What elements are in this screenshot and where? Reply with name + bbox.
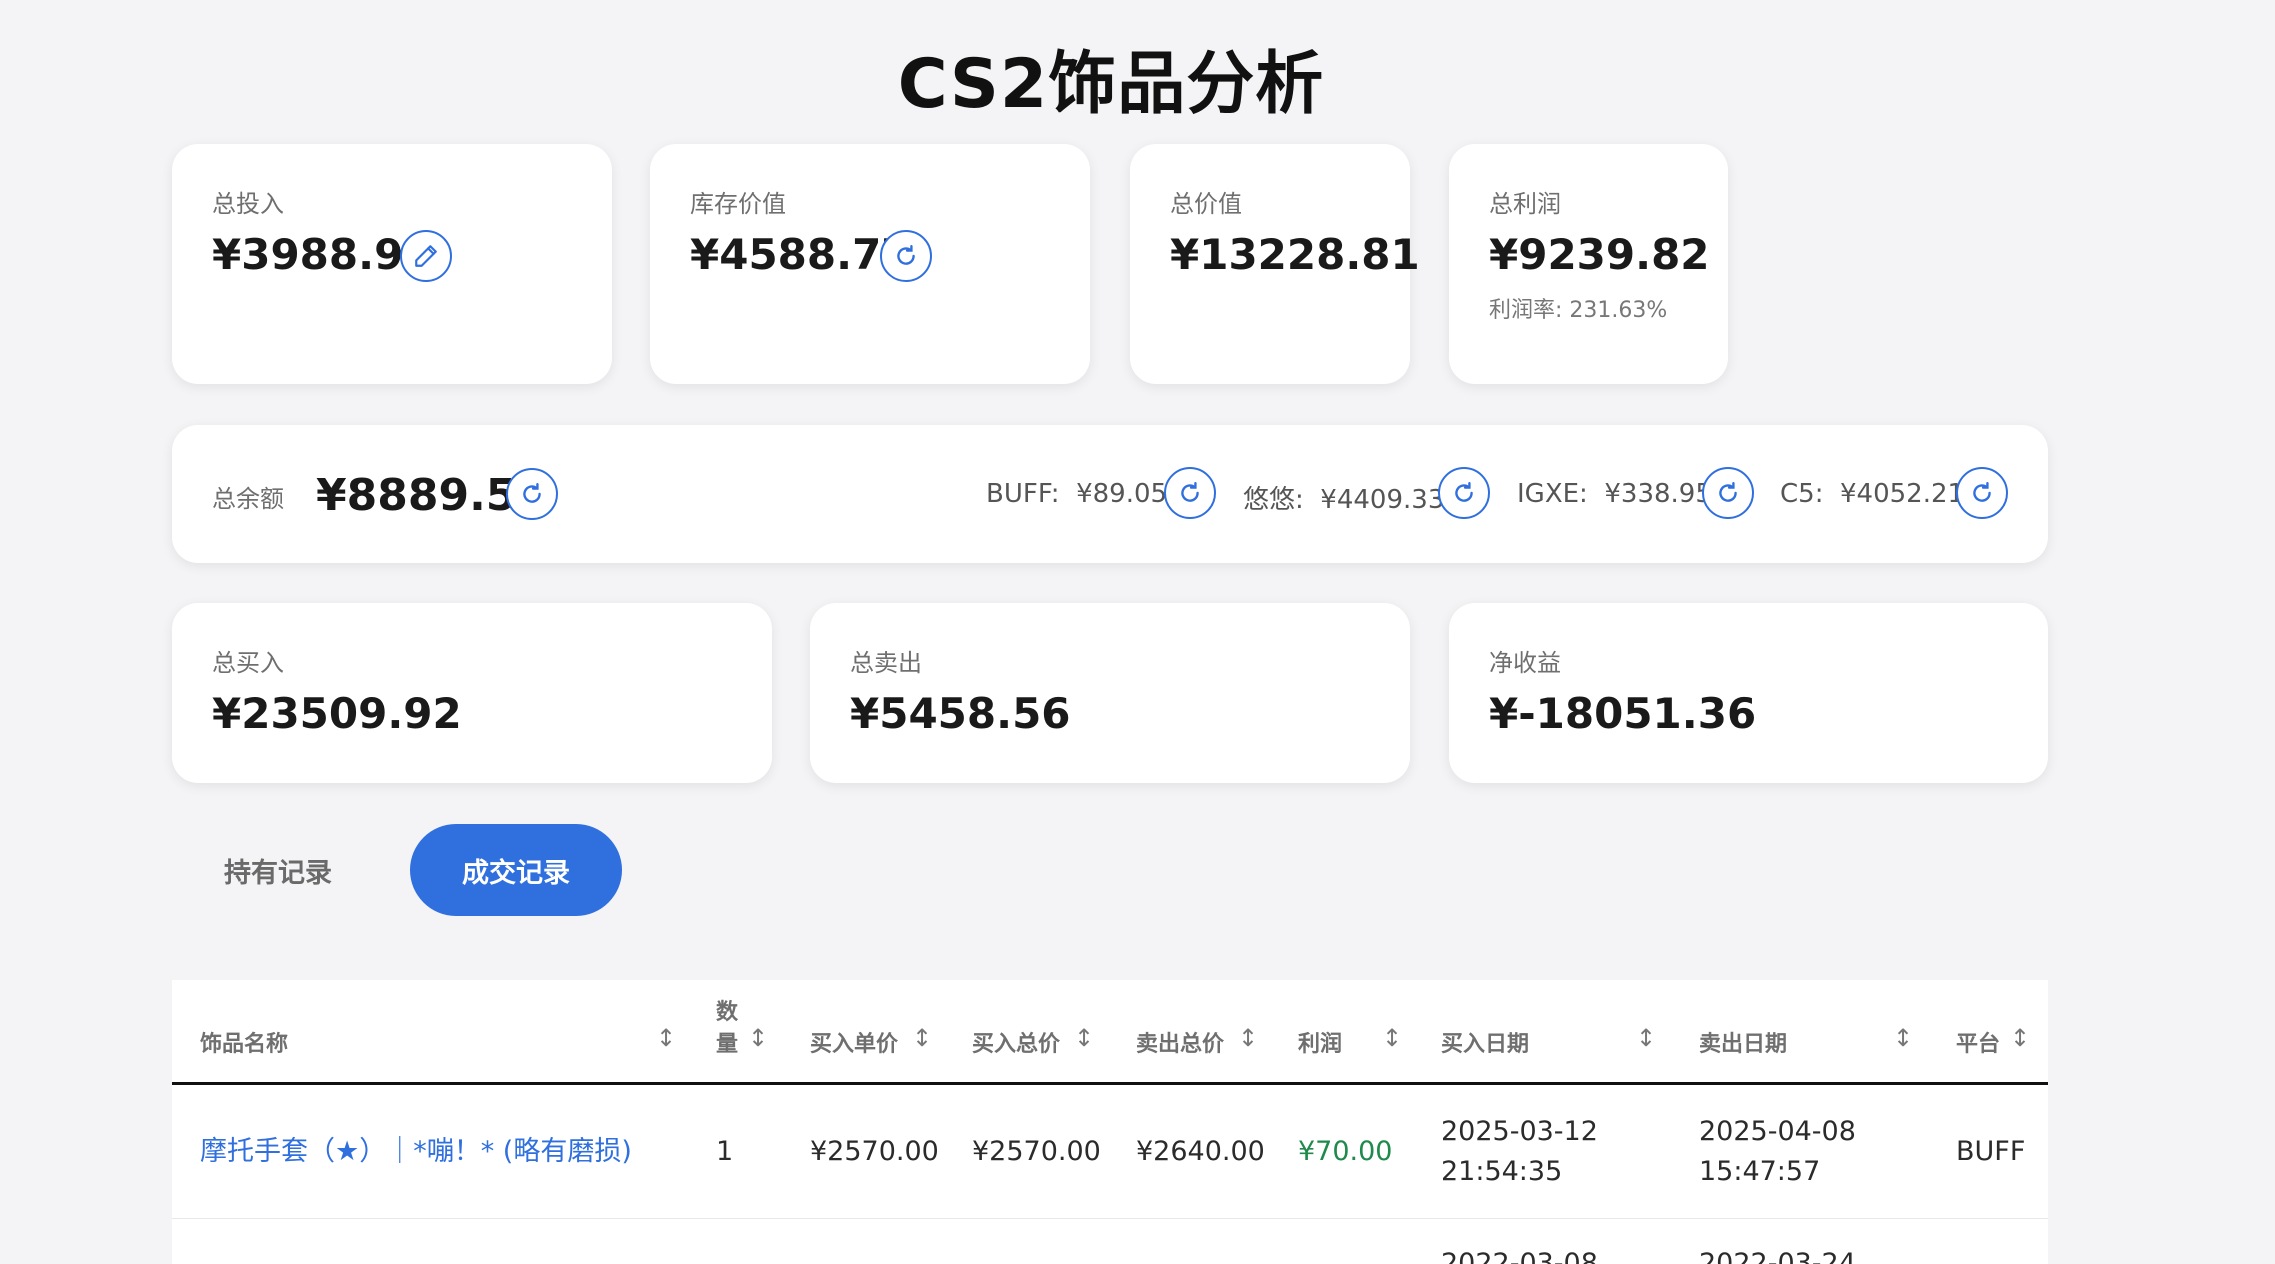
platform-igxe: IGXE: ¥338.95 (1517, 479, 1712, 509)
refresh-icon (1719, 482, 1737, 502)
header-item-name[interactable]: 饰品名称 (200, 1026, 288, 1058)
total-profit-value: ¥9239.82 (1489, 230, 1710, 279)
sort-icon[interactable]: ↕ (1382, 1024, 1402, 1052)
cell-profit: ¥70.00 (1298, 1136, 1393, 1167)
tab-holdings[interactable]: 持有记录 (180, 824, 376, 916)
platform-name: C5: (1780, 479, 1824, 509)
total-profit-card: 总利润 ¥9239.82 利润率: 231.63% (1449, 144, 1728, 384)
sort-icon[interactable]: ↕ (1636, 1024, 1656, 1052)
transactions-table: 饰品名称 ↕ 数 量 ↕ 买入单价 ↕ 买入总价 ↕ 卖出总价 ↕ 利润 ↕ 买… (172, 980, 2048, 1264)
platform-youyou: 悠悠: ¥4409.33 (1243, 479, 1444, 516)
platform-c5: C5: ¥4052.21 (1780, 479, 1964, 509)
inventory-value: ¥4588.77 (690, 230, 911, 279)
page-title: CS2饰品分析 (897, 45, 1325, 124)
cell-sell-total: ¥2640.00 (1136, 1136, 1265, 1167)
total-sell-label: 总卖出 (850, 649, 922, 677)
balance-card: 总余额 ¥8889.54 BUFF: ¥89.05 悠悠: ¥4409.33 I… (172, 425, 2048, 563)
profit-rate: 利润率: 231.63% (1489, 298, 1668, 323)
row-divider (172, 1218, 2048, 1219)
total-profit-label: 总利润 (1489, 190, 1561, 218)
header-qty-2[interactable]: 量 (716, 1026, 738, 1058)
balance-label: 总余额 (212, 485, 284, 513)
header-sell-total[interactable]: 卖出总价 (1136, 1026, 1224, 1058)
platform-name: BUFF: (986, 479, 1060, 509)
refresh-buff-button[interactable] (1164, 467, 1216, 519)
refresh-inventory-button[interactable] (880, 230, 932, 282)
sort-icon[interactable]: ↕ (912, 1024, 932, 1052)
investment-label: 总投入 (212, 190, 284, 218)
edit-investment-button[interactable] (400, 230, 452, 282)
header-qty-1[interactable]: 数 (716, 994, 738, 1026)
refresh-igxe-button[interactable] (1702, 467, 1754, 519)
platform-buff: BUFF: ¥89.05 (986, 479, 1167, 509)
refresh-icon (1455, 482, 1473, 502)
cell-sell-time: 15:47:57 (1699, 1156, 1821, 1187)
cell-buy-date: 2025-03-12 (1441, 1116, 1598, 1147)
platform-value: ¥338.95 (1604, 479, 1712, 509)
sort-icon[interactable]: ↕ (656, 1024, 676, 1052)
platform-value: ¥4052.21 (1840, 479, 1965, 509)
header-buy-total[interactable]: 买入总价 (972, 1026, 1060, 1058)
cell-sell-date: 2022-03-24 (1699, 1248, 1856, 1264)
total-value-amount: ¥13228.81 (1170, 230, 1420, 279)
platform-name: IGXE: (1517, 479, 1588, 509)
header-profit[interactable]: 利润 (1298, 1026, 1342, 1058)
header-sell-date[interactable]: 卖出日期 (1699, 1026, 1787, 1058)
sort-icon[interactable]: ↕ (1893, 1024, 1913, 1052)
platform-name: 悠悠: (1243, 485, 1304, 515)
tab-transactions[interactable]: 成交记录 (410, 824, 622, 916)
refresh-youyou-button[interactable] (1438, 467, 1490, 519)
total-sell-value: ¥5458.56 (850, 689, 1071, 738)
net-income-label: 净收益 (1489, 649, 1561, 677)
refresh-icon (897, 245, 915, 265)
total-buy-value: ¥23509.92 (212, 689, 462, 738)
inventory-label: 库存价值 (690, 190, 786, 218)
cell-unit-price: ¥2570.00 (810, 1136, 939, 1167)
refresh-balance-button[interactable] (506, 468, 558, 520)
refresh-icon (1973, 482, 1991, 502)
refresh-icon (523, 483, 541, 503)
total-value-label: 总价值 (1170, 190, 1242, 218)
header-unit-price[interactable]: 买入单价 (810, 1026, 898, 1058)
sort-icon[interactable]: ↕ (2010, 1024, 2030, 1052)
cell-buy-time: 21:54:35 (1441, 1156, 1563, 1187)
net-income-card: 净收益 ¥-18051.36 (1449, 603, 2048, 783)
platform-value: ¥89.05 (1076, 479, 1168, 509)
cell-sell-date: 2025-04-08 (1699, 1116, 1856, 1147)
cell-platform: BUFF (1956, 1136, 2026, 1167)
pencil-icon (415, 245, 437, 267)
header-divider (172, 1082, 2048, 1085)
header-platform[interactable]: 平台 (1956, 1026, 2000, 1058)
cell-qty: 1 (716, 1136, 734, 1167)
sort-icon[interactable]: ↕ (1074, 1024, 1094, 1052)
header-buy-date[interactable]: 买入日期 (1441, 1026, 1529, 1058)
net-income-value: ¥-18051.36 (1489, 689, 1757, 738)
total-buy-card: 总买入 ¥23509.92 (172, 603, 772, 783)
refresh-c5-button[interactable] (1956, 467, 2008, 519)
platform-value: ¥4409.33 (1320, 485, 1445, 515)
total-value-card: 总价值 ¥13228.81 (1130, 144, 1420, 384)
sort-icon[interactable]: ↕ (748, 1024, 768, 1052)
inventory-card: 库存价值 ¥4588.77 (650, 144, 1090, 384)
item-name-link[interactable]: 摩托手套（★）｜*嘣！* (略有磨损) (200, 1132, 632, 1172)
total-buy-label: 总买入 (212, 649, 284, 677)
cell-buy-date: 2022-03-08 (1441, 1248, 1598, 1264)
cell-buy-total: ¥2570.00 (972, 1136, 1101, 1167)
refresh-icon (1181, 482, 1199, 502)
sort-icon[interactable]: ↕ (1238, 1024, 1258, 1052)
investment-card: 总投入 ¥3988.99 (172, 144, 612, 384)
total-sell-card: 总卖出 ¥5458.56 (810, 603, 1410, 783)
